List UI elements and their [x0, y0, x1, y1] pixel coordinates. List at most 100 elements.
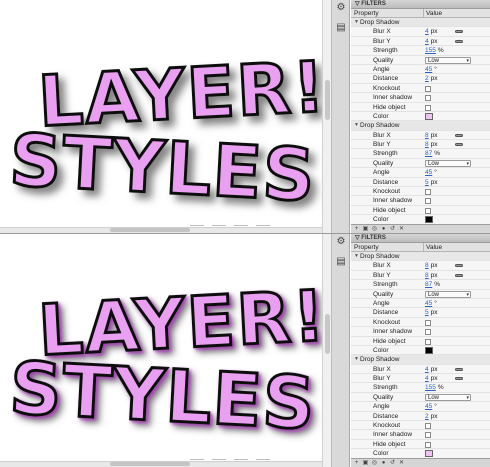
horizontal-scrollbar[interactable] [0, 461, 322, 467]
enable-filter-icon[interactable]: ● [380, 226, 387, 233]
vertical-scrollbar[interactable] [322, 0, 332, 233]
filter-list: ▼ Drop Shadow Blur X 4 px Blur Y 4 px Strength 15… [351, 18, 490, 225]
angle-value[interactable]: 45 [425, 300, 432, 307]
property-label: Quality [373, 290, 394, 298]
blur-x-value[interactable]: 4 [425, 28, 429, 35]
inner-shadow-checkbox[interactable] [425, 432, 431, 439]
filters-panel-header[interactable]: ▽ FILTERS [351, 0, 490, 9]
strength-value[interactable]: 155 [425, 47, 436, 54]
canvas-stage[interactable]: LAYER! STYLES! [0, 0, 322, 233]
distance-value[interactable]: 2 [425, 413, 429, 420]
quality-select[interactable]: Low ▾ [425, 290, 471, 298]
link-values-icon[interactable] [455, 264, 463, 268]
quality-select[interactable]: Low ▾ [425, 56, 471, 64]
link-values-icon[interactable] [455, 30, 463, 34]
property-row-knockout: Knockout [351, 421, 490, 431]
hide-object-checkbox[interactable] [425, 207, 431, 214]
angle-value[interactable]: 45 [425, 169, 432, 176]
link-values-icon[interactable] [455, 377, 463, 381]
add-filter-icon[interactable]: + [353, 226, 360, 233]
blur-y-value[interactable]: 4 [425, 375, 429, 382]
canvas-stage[interactable]: LAYER! STYLES! [0, 234, 322, 467]
property-label: Angle [373, 169, 390, 177]
distance-value[interactable]: 5 [425, 179, 429, 186]
panel-title: FILTERS [361, 235, 386, 241]
quality-select[interactable]: Low ▾ [425, 393, 471, 401]
horizontal-scroll-thumb[interactable] [110, 228, 190, 232]
knockout-checkbox[interactable] [425, 189, 431, 196]
link-values-icon[interactable] [455, 143, 463, 147]
hide-object-checkbox[interactable] [425, 338, 431, 345]
strength-value[interactable]: 155 [425, 384, 436, 391]
angle-value[interactable]: 45 [425, 66, 432, 73]
disclosure-triangle-icon[interactable]: ▼ [354, 121, 359, 130]
vertical-scrollbar[interactable] [322, 234, 332, 467]
blur-x-value[interactable]: 8 [425, 132, 429, 139]
property-label: Hide object [373, 206, 406, 214]
angle-value[interactable]: 45 [425, 403, 432, 410]
knockout-checkbox[interactable] [425, 423, 431, 430]
blur-x-value[interactable]: 8 [425, 262, 429, 269]
inner-shadow-checkbox[interactable] [425, 198, 431, 205]
filter-group-row[interactable]: ▼ Drop Shadow [351, 18, 490, 28]
strength-value[interactable]: 87 [425, 150, 432, 157]
library-tab-icon[interactable]: ▤ [335, 22, 347, 33]
properties-tab-icon[interactable]: ⚙ [335, 2, 347, 13]
filter-group-row[interactable]: ▼ Drop Shadow [351, 355, 490, 365]
property-label: Blur X [373, 131, 391, 139]
inner-shadow-checkbox[interactable] [425, 95, 431, 102]
property-label: Inner shadow [373, 431, 413, 439]
link-values-icon[interactable] [455, 367, 463, 371]
vertical-scroll-thumb[interactable] [325, 314, 330, 354]
property-row-knockout: Knockout [351, 317, 490, 328]
filter-name: Drop Shadow [360, 253, 400, 260]
color-swatch[interactable] [425, 112, 433, 120]
property-label: Knockout [373, 422, 401, 430]
blur-y-value[interactable]: 8 [425, 272, 429, 279]
hide-object-checkbox[interactable] [425, 104, 431, 111]
link-values-icon[interactable] [455, 273, 463, 277]
property-row-distance: Distance 2 px [351, 74, 490, 84]
reset-filter-icon[interactable]: ↺ [389, 226, 396, 233]
distance-value[interactable]: 2 [425, 75, 429, 82]
vertical-scroll-thumb[interactable] [325, 80, 330, 120]
disclosure-triangle-icon[interactable]: ▼ [354, 355, 359, 364]
link-values-icon[interactable] [455, 133, 463, 137]
strength-value[interactable]: 87 [425, 281, 432, 288]
delete-filter-icon[interactable]: ✕ [398, 226, 405, 233]
disclosure-triangle-icon[interactable]: ▼ [354, 252, 359, 261]
distance-value[interactable]: 5 [425, 309, 429, 316]
filter-group-row[interactable]: ▼ Drop Shadow [351, 252, 490, 262]
filters-panel-header[interactable]: ▽ FILTERS [351, 234, 490, 243]
chevron-down-icon: ▾ [466, 291, 469, 298]
property-value: 4 px [425, 37, 438, 46]
color-swatch[interactable] [425, 450, 433, 458]
blur-y-value[interactable]: 8 [425, 141, 429, 148]
presets-icon[interactable]: ▣ [362, 226, 369, 233]
unit-label: px [430, 365, 438, 373]
clipboard-icon[interactable]: ◎ [371, 226, 378, 233]
link-values-icon[interactable] [455, 39, 463, 43]
blur-x-value[interactable]: 4 [425, 366, 429, 373]
unit-label: px [430, 412, 438, 420]
filter-name: Drop Shadow [360, 122, 400, 130]
unit-label: px [430, 75, 438, 83]
color-swatch[interactable] [425, 216, 433, 224]
color-swatch[interactable] [425, 346, 433, 354]
property-label: Blur Y [373, 37, 391, 45]
filter-name: Drop Shadow [360, 19, 400, 26]
unit-label: % [437, 384, 444, 392]
hide-object-checkbox[interactable] [425, 441, 431, 448]
knockout-checkbox[interactable] [425, 319, 431, 326]
property-label: Distance [373, 178, 399, 186]
blur-y-value[interactable]: 4 [425, 38, 429, 45]
knockout-checkbox[interactable] [425, 85, 431, 92]
filter-group-row[interactable]: ▼ Drop Shadow [351, 121, 490, 131]
library-tab-icon[interactable]: ▤ [335, 256, 347, 267]
horizontal-scroll-thumb[interactable] [110, 462, 190, 466]
properties-tab-icon[interactable]: ⚙ [335, 236, 347, 247]
inner-shadow-checkbox[interactable] [425, 329, 431, 336]
quality-select[interactable]: Low ▾ [425, 159, 471, 167]
unit-label: px [430, 131, 438, 139]
disclosure-triangle-icon[interactable]: ▼ [354, 18, 359, 27]
